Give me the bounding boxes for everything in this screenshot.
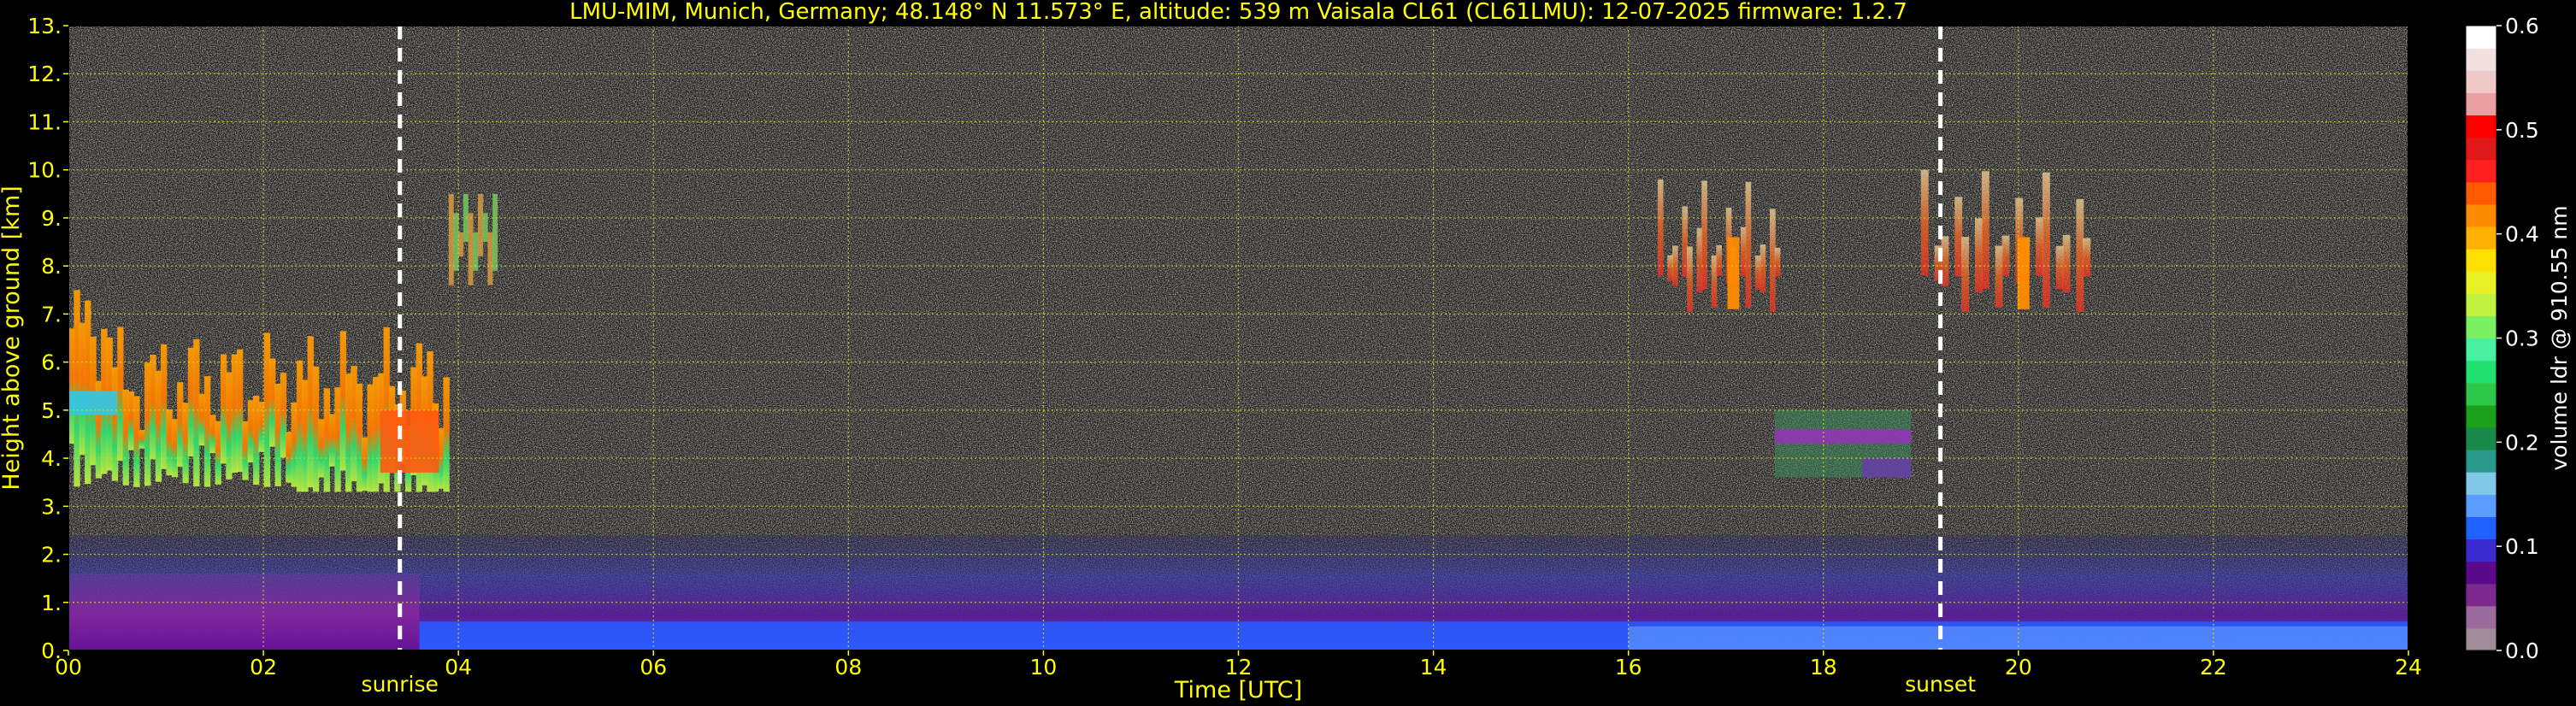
colorbar-segment: [2466, 181, 2496, 205]
lidar-chart: LMU-MIM, Munich, Germany; 48.148° N 11.5…: [0, 0, 2572, 703]
colorbar-segment: [2466, 249, 2496, 272]
colorbar-segment: [2466, 203, 2496, 227]
y-tick-label: 1.: [41, 591, 62, 615]
x-tick-label: 06: [640, 655, 667, 680]
x-tick-label: 10: [1030, 655, 1058, 680]
y-tick-label: 13.: [27, 14, 62, 38]
y-tick-label: 7.: [41, 302, 62, 327]
colorbar-segment: [2466, 494, 2496, 517]
y-tick-label: 9.: [41, 206, 62, 231]
colorbar-segment: [2466, 382, 2496, 406]
x-tick-label: 04: [445, 655, 472, 680]
y-tick-label: 5.: [41, 398, 62, 423]
y-tick-label: 0.: [41, 638, 62, 663]
colorbar-tick-label: 0.2: [2505, 430, 2539, 455]
y-tick-label: 12.: [27, 62, 62, 86]
colorbar-segment: [2466, 338, 2496, 362]
x-tick-label: 22: [2200, 655, 2227, 680]
colorbar-segment: [2466, 115, 2496, 138]
y-tick-label: 11.: [27, 109, 62, 134]
x-axis-label: Time [UTC]: [1174, 677, 1302, 703]
x-tick-label: 14: [1420, 655, 1447, 680]
y-tick-label: 6.: [41, 350, 62, 375]
y-tick-label: 2.: [41, 543, 62, 568]
x-tick-label: 02: [250, 655, 277, 680]
y-tick-label: 8.: [41, 254, 62, 279]
colorbar-tick-label: 0.1: [2505, 534, 2539, 559]
marker-label-sunset: sunset: [1905, 672, 1976, 697]
plot-area: [68, 26, 2408, 650]
colorbar-segment: [2466, 538, 2496, 562]
x-tick-label: 12: [1225, 655, 1253, 680]
colorbar-label: volume ldr @ 910.55 nm: [2547, 205, 2572, 470]
y-tick-label: 10.: [27, 158, 62, 183]
colorbar-segment: [2466, 48, 2496, 71]
colorbar-segment: [2466, 627, 2496, 651]
y-tick-label: 3.: [41, 494, 62, 519]
feature-midlevel-layer: [1774, 409, 1912, 478]
colorbar-segment: [2466, 226, 2496, 250]
colorbar-segment: [2466, 605, 2496, 629]
marker-label-sunrise: sunrise: [362, 672, 439, 697]
x-tick-label: 20: [2005, 655, 2032, 680]
x-tick-label: 18: [1810, 655, 1837, 680]
colorbar-segment: [2466, 159, 2496, 183]
colorbar-segment: [2466, 472, 2496, 495]
colorbar-tick-label: 0.3: [2505, 327, 2539, 351]
colorbar-segment: [2466, 360, 2496, 384]
colorbar-segment: [2466, 271, 2496, 294]
colorbar-segment: [2466, 137, 2496, 161]
colorbar-tick-label: 0.0: [2505, 638, 2539, 663]
colorbar-segment: [2466, 583, 2496, 607]
colorbar-tick-label: 0.5: [2505, 118, 2539, 143]
chart-title: LMU-MIM, Munich, Germany; 48.148° N 11.5…: [569, 0, 1907, 25]
colorbar-segment: [2466, 92, 2496, 116]
x-tick-label: 08: [834, 655, 862, 680]
feature-morning-layer: [68, 574, 420, 650]
colorbar-segment: [2466, 427, 2496, 450]
colorbar-segment: [2466, 404, 2496, 428]
colorbar-segment: [2466, 26, 2496, 49]
colorbar-segment: [2466, 561, 2496, 585]
colorbar-segment: [2466, 516, 2496, 540]
y-tick-label: 4.: [41, 446, 62, 471]
y-axis-label: Height above ground [km]: [0, 185, 25, 490]
colorbar-tick-label: 0.4: [2505, 222, 2539, 247]
x-tick-label: 24: [2395, 655, 2422, 680]
colorbar-segment: [2466, 450, 2496, 473]
x-tick-label: 16: [1615, 655, 1642, 680]
colorbar-tick-label: 0.6: [2505, 14, 2539, 38]
colorbar-segment: [2466, 70, 2496, 93]
colorbar-segment: [2466, 293, 2496, 316]
colorbar-segment: [2466, 315, 2496, 339]
